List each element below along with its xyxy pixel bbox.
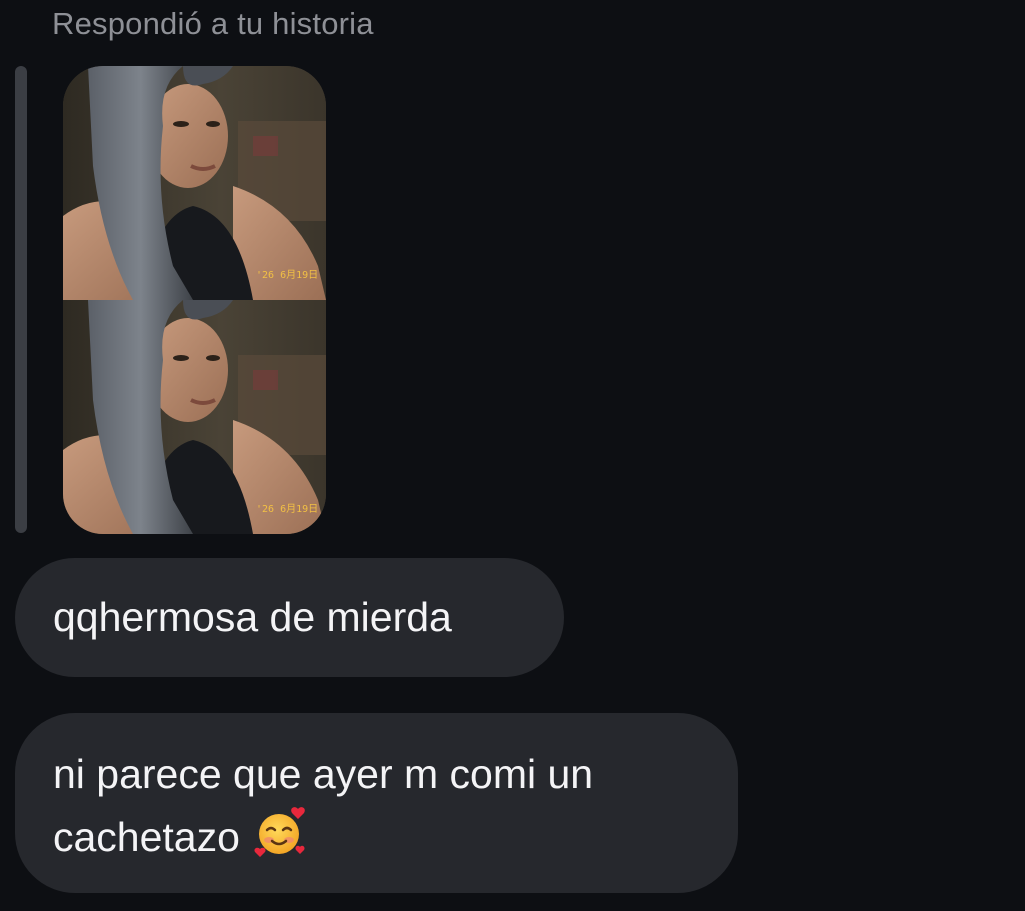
message-bubble[interactable]: qqhermosa de mierda bbox=[15, 558, 564, 677]
reply-context-label: Respondió a tu historia bbox=[52, 6, 374, 41]
message-text-line-1: ni parece que ayer m comi un bbox=[53, 751, 594, 797]
story-stamp-bottom: '26 6月19日 bbox=[256, 503, 318, 515]
reply-quote-bar bbox=[15, 66, 27, 533]
message-text-line-2: cachetazo bbox=[53, 814, 240, 860]
message-text: qqhermosa de mierda bbox=[53, 594, 452, 640]
chat-screen: Respondió a tu historia '26 6月19日 '26 6月… bbox=[0, 0, 1025, 911]
story-stamp-top: '26 6月19日 bbox=[256, 269, 318, 281]
story-preview-image[interactable]: '26 6月19日 '26 6月19日 bbox=[63, 66, 326, 534]
message-bubble[interactable]: ni parece que ayer m comi un cachetazo bbox=[15, 713, 738, 893]
smiling-face-with-hearts-icon bbox=[252, 803, 310, 876]
